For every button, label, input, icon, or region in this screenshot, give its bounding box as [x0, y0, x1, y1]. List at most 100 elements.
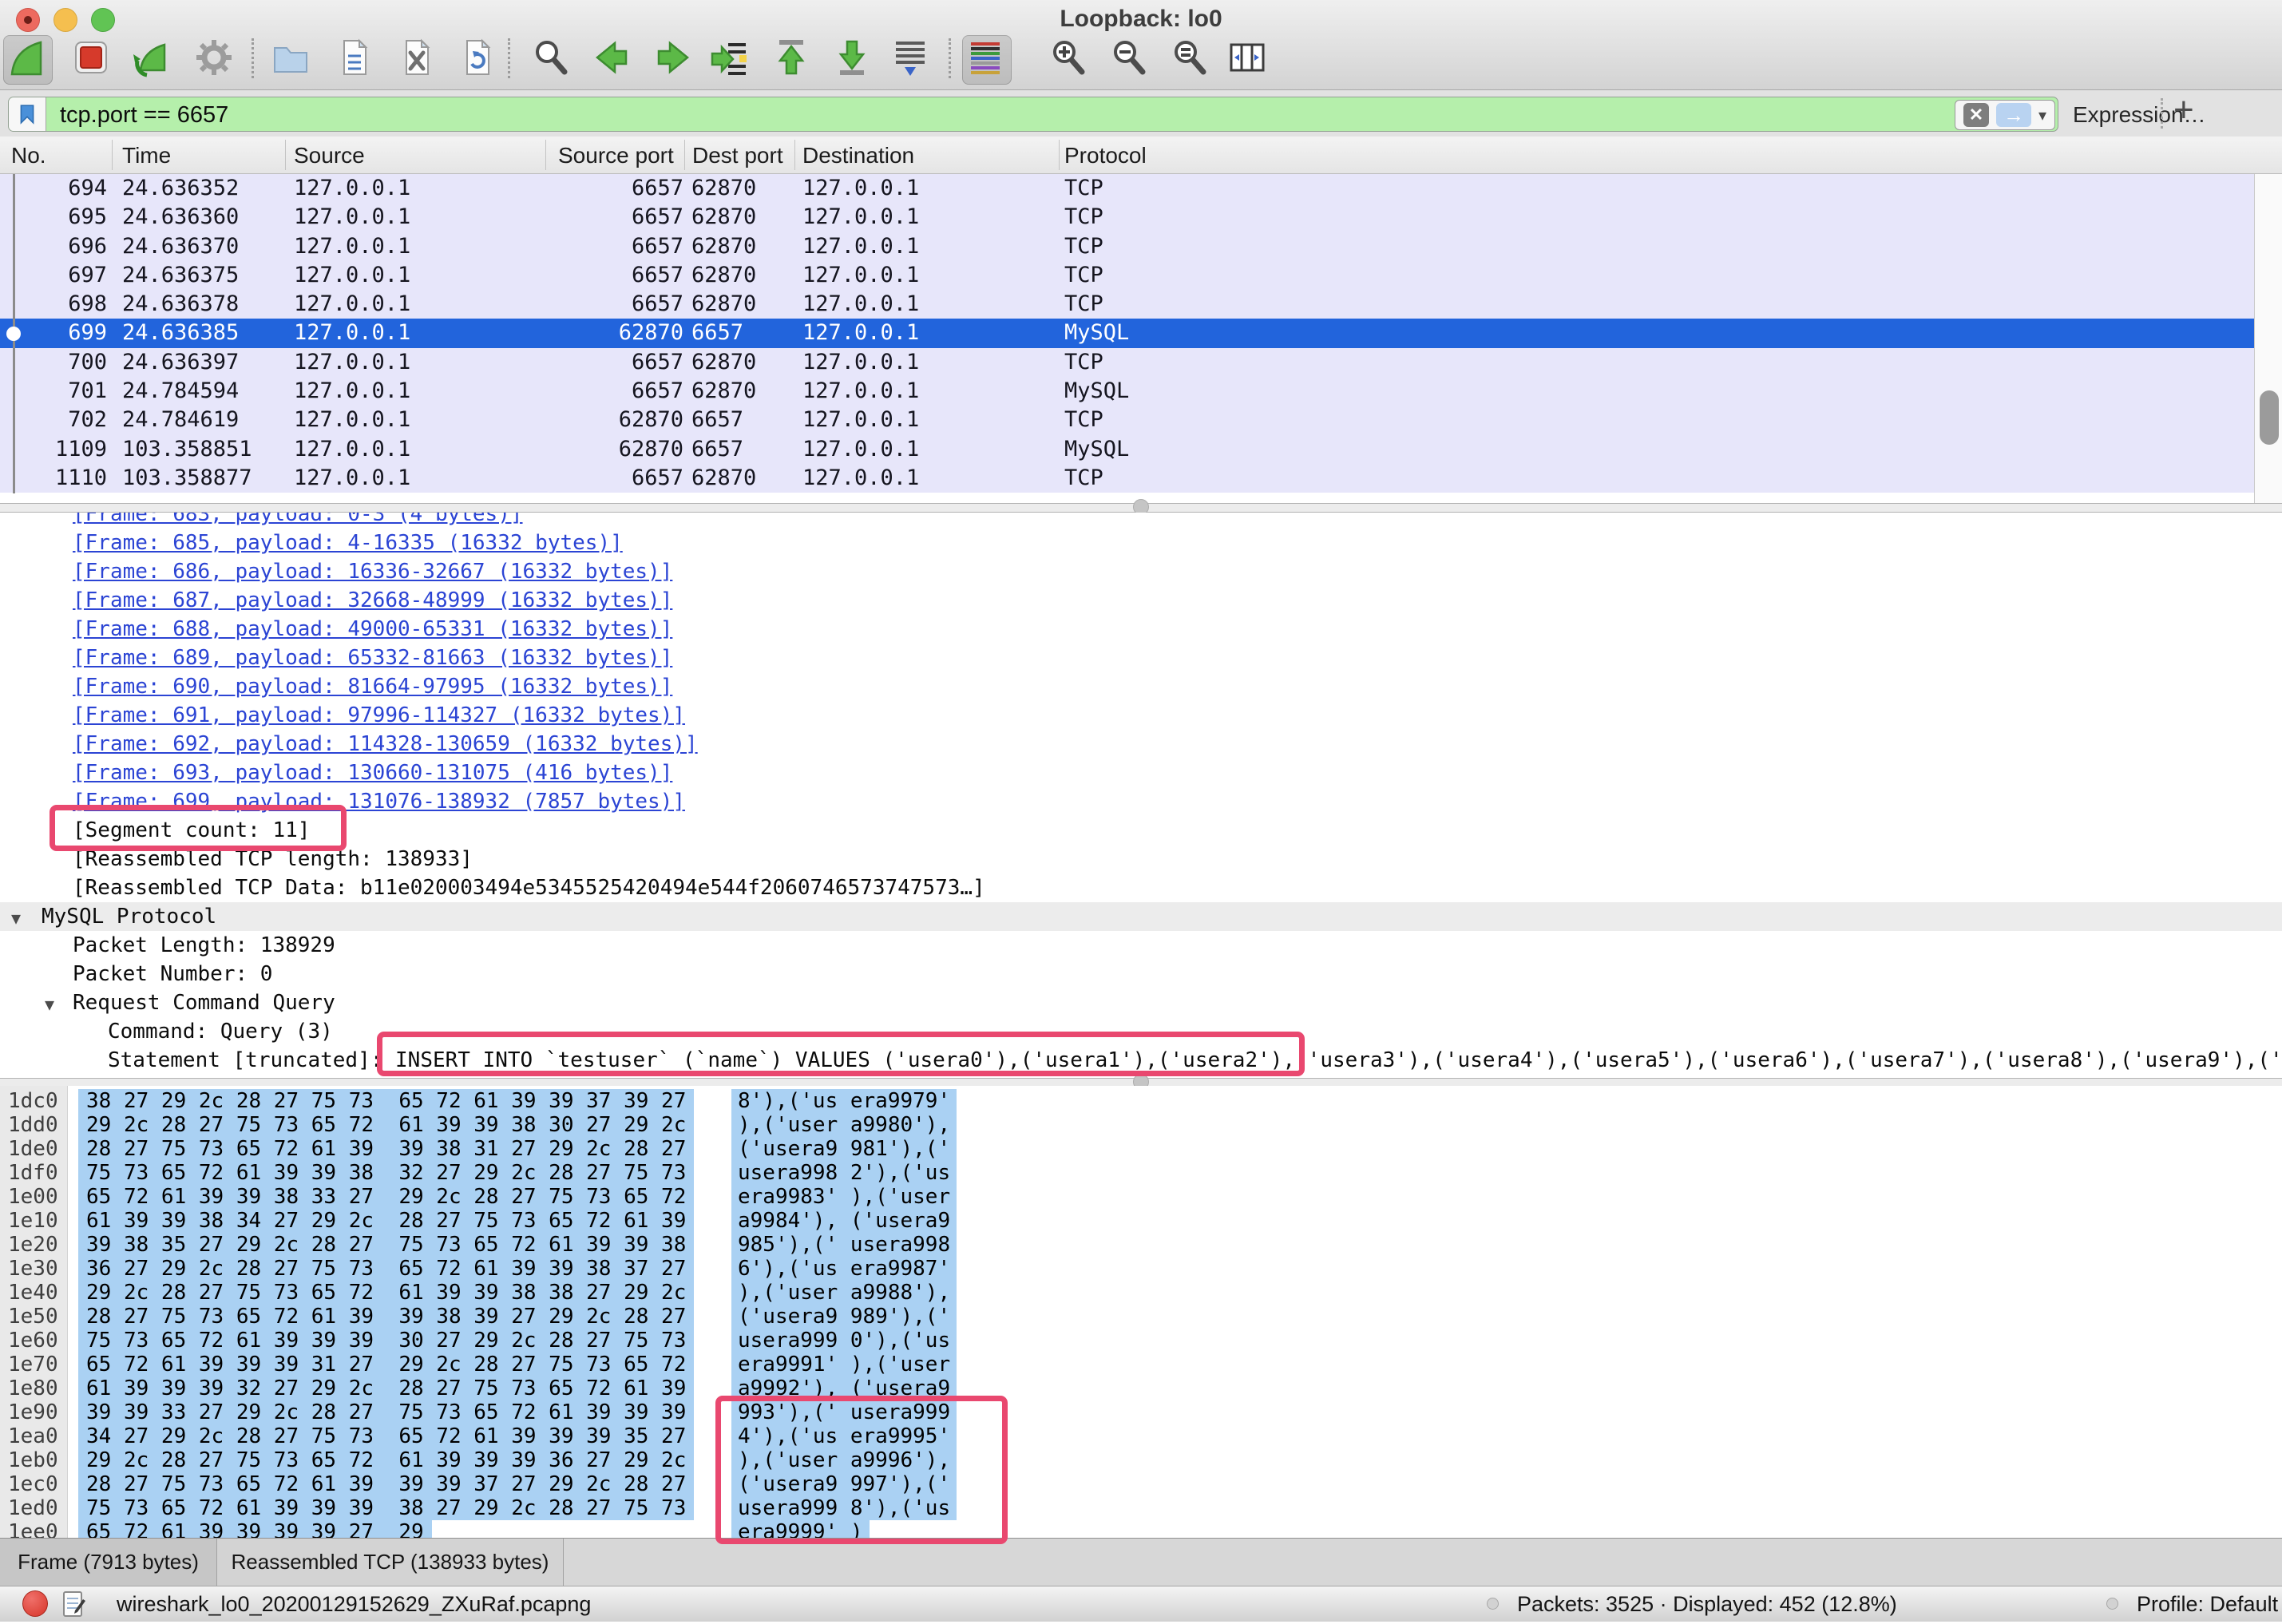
hex-ascii[interactable]: ),('user a9980'),: [731, 1113, 957, 1137]
filter-dropdown-button[interactable]: ▾: [2038, 105, 2046, 125]
hex-bytes[interactable]: 29 2c 28 27 75 73 65 72 61 39 39 39 36 2…: [78, 1448, 694, 1472]
hex-ascii[interactable]: ('usera9 989'),(': [731, 1305, 957, 1329]
hex-bytes[interactable]: 34 27 29 2c 28 27 75 73 65 72 61 39 39 3…: [78, 1424, 694, 1448]
resize-columns-button[interactable]: [1225, 35, 1273, 83]
column-separator[interactable]: [794, 140, 795, 170]
packet-row[interactable]: 69524.636360127.0.0.1665762870127.0.0.1T…: [0, 203, 2255, 232]
go-to-packet-button[interactable]: [707, 35, 755, 83]
go-to-top-button[interactable]: [769, 35, 817, 83]
column-header-destination[interactable]: Destination: [802, 143, 914, 168]
hex-bytes[interactable]: 36 27 29 2c 28 27 75 73 65 72 61 39 39 3…: [78, 1257, 694, 1281]
capture-comment-icon[interactable]: [62, 1590, 86, 1624]
filter-apply-button[interactable]: →: [1996, 103, 2031, 127]
column-separator[interactable]: [285, 140, 286, 170]
detail-line[interactable]: Statement [truncated]: INSERT INTO `test…: [0, 1046, 2282, 1075]
packet-row[interactable]: 70224.784619127.0.0.1628706657127.0.0.1T…: [0, 406, 2255, 434]
stop-capture-button[interactable]: [69, 35, 117, 83]
expander-icon[interactable]: ▼: [11, 904, 21, 933]
hex-bytes[interactable]: 28 27 75 73 65 72 61 39 39 39 37 27 29 2…: [78, 1472, 694, 1496]
detail-frame-link[interactable]: [Frame: 687, payload: 32668-48999 (16332…: [0, 586, 2282, 615]
hex-bytes[interactable]: 28 27 75 73 65 72 61 39 39 38 39 27 29 2…: [78, 1305, 694, 1329]
expert-info-icon[interactable]: [22, 1590, 48, 1617]
go-to-bottom-button[interactable]: [830, 35, 878, 83]
hex-bytes[interactable]: 75 73 65 72 61 39 39 38 32 27 29 2c 28 2…: [78, 1161, 694, 1185]
hex-bytes[interactable]: 29 2c 28 27 75 73 65 72 61 39 39 38 30 2…: [78, 1113, 694, 1137]
zoom-reset-button[interactable]: [1167, 35, 1215, 83]
column-header-dest-port[interactable]: Dest port: [692, 143, 783, 168]
hex-bytes[interactable]: 65 72 61 39 39 39 39 27 29: [78, 1520, 432, 1538]
hex-ascii[interactable]: ),('user a9996'),: [731, 1448, 957, 1472]
hex-ascii[interactable]: 8'),('us era9979': [731, 1089, 957, 1113]
detail-frame-link[interactable]: [Frame: 686, payload: 16336-32667 (16332…: [0, 557, 2282, 586]
expander-icon[interactable]: ▼: [45, 990, 54, 1019]
packet-list-scrollbar[interactable]: [2254, 174, 2282, 503]
hex-bytes[interactable]: 61 39 39 39 32 27 29 2c 28 27 75 73 65 7…: [78, 1376, 694, 1400]
hex-bytes[interactable]: 39 38 35 27 29 2c 28 27 75 73 65 72 61 3…: [78, 1233, 694, 1257]
hex-bytes[interactable]: 65 72 61 39 39 38 33 27 29 2c 28 27 75 7…: [78, 1185, 694, 1209]
detail-line[interactable]: [Reassembled TCP Data: b11e020003494e534…: [0, 873, 2282, 902]
hex-bytes[interactable]: 75 73 65 72 61 39 39 39 38 27 29 2c 28 2…: [78, 1496, 694, 1520]
packet-row[interactable]: 69424.636352127.0.0.1665762870127.0.0.1T…: [0, 174, 2255, 203]
packet-row[interactable]: 70024.636397127.0.0.1665762870127.0.0.1T…: [0, 348, 2255, 377]
add-filter-button[interactable]: +: [2173, 90, 2194, 130]
go-forward-button[interactable]: [651, 35, 699, 83]
detail-frame-link[interactable]: [Frame: 685, payload: 4-16335 (16332 byt…: [0, 529, 2282, 557]
zoom-in-button[interactable]: [1046, 35, 1094, 83]
hex-ascii[interactable]: usera998 2'),('us: [731, 1161, 957, 1185]
packet-row[interactable]: 69624.636370127.0.0.1665762870127.0.0.1T…: [0, 232, 2255, 261]
detail-line[interactable]: [Reassembled TCP length: 138933]: [0, 845, 2282, 873]
filter-clear-button[interactable]: ✕: [1963, 103, 1989, 127]
capture-options-button[interactable]: [192, 35, 240, 83]
packet-row[interactable]: 69724.636375127.0.0.1665762870127.0.0.1T…: [0, 261, 2255, 290]
detail-line[interactable]: [Segment count: 11]: [0, 816, 2282, 845]
detail-line[interactable]: Packet Length: 138929: [0, 931, 2282, 960]
byte-view-tab[interactable]: Reassembled TCP (138933 bytes): [217, 1539, 564, 1586]
hex-ascii[interactable]: usera999 8'),('us: [731, 1496, 957, 1520]
detail-line[interactable]: ▼MySQL Protocol: [0, 902, 2282, 931]
hex-ascii[interactable]: era9999' ): [731, 1520, 870, 1538]
hex-bytes[interactable]: 39 39 33 27 29 2c 28 27 75 73 65 72 61 3…: [78, 1400, 694, 1424]
detail-frame-link[interactable]: [Frame: 689, payload: 65332-81663 (16332…: [0, 644, 2282, 672]
hex-ascii[interactable]: era9983' ),('user: [731, 1185, 957, 1209]
hex-bytes[interactable]: 61 39 39 38 34 27 29 2c 28 27 75 73 65 7…: [78, 1209, 694, 1233]
auto-scroll-button[interactable]: [888, 35, 936, 83]
hex-bytes[interactable]: 65 72 61 39 39 39 31 27 29 2c 28 27 75 7…: [78, 1353, 694, 1376]
column-separator[interactable]: [684, 140, 685, 170]
detail-line[interactable]: Packet Number: 0: [0, 960, 2282, 988]
packet-row[interactable]: 69824.636378127.0.0.1665762870127.0.0.1T…: [0, 290, 2255, 319]
hex-bytes[interactable]: 28 27 75 73 65 72 61 39 39 38 31 27 29 2…: [78, 1137, 694, 1161]
hex-ascii[interactable]: 993'),(' usera999: [731, 1400, 957, 1424]
filter-bookmark-button[interactable]: [9, 97, 46, 131]
close-file-button[interactable]: [394, 35, 442, 83]
detail-frame-link[interactable]: [Frame: 683, payload: 0-3 (4 bytes)]: [0, 513, 2282, 529]
display-filter-input[interactable]: tcp.port == 6657 ✕ → ▾: [8, 97, 2058, 132]
column-separator[interactable]: [545, 140, 546, 170]
detail-frame-link[interactable]: [Frame: 690, payload: 81664-97995 (16332…: [0, 672, 2282, 701]
save-file-button[interactable]: [332, 35, 380, 83]
detail-line[interactable]: ▼Request Command Query: [0, 988, 2282, 1017]
detail-frame-link[interactable]: [Frame: 692, payload: 114328-130659 (163…: [0, 730, 2282, 759]
scrollbar-thumb[interactable]: [2260, 390, 2279, 445]
restart-capture-button[interactable]: [129, 35, 177, 83]
detail-frame-link[interactable]: [Frame: 691, payload: 97996-114327 (1633…: [0, 701, 2282, 730]
find-packet-button[interactable]: [529, 35, 576, 83]
column-header-time[interactable]: Time: [122, 143, 171, 168]
pane-splitter[interactable]: [0, 503, 2282, 513]
detail-frame-link[interactable]: [Frame: 699, payload: 131076-138932 (785…: [0, 787, 2282, 816]
hex-bytes[interactable]: 29 2c 28 27 75 73 65 72 61 39 39 38 38 2…: [78, 1281, 694, 1305]
hex-ascii[interactable]: 6'),('us era9987': [731, 1257, 957, 1281]
packet-row[interactable]: 70124.784594127.0.0.1665762870127.0.0.1M…: [0, 377, 2255, 406]
reload-file-button[interactable]: [455, 35, 503, 83]
hex-ascii[interactable]: ('usera9 997'),(': [731, 1472, 957, 1496]
filter-text[interactable]: tcp.port == 6657: [60, 102, 228, 129]
start-capture-button[interactable]: [3, 35, 53, 85]
hex-ascii[interactable]: era9991' ),('user: [731, 1353, 957, 1376]
column-header-no[interactable]: No.: [11, 143, 46, 168]
go-back-button[interactable]: [589, 35, 637, 83]
column-header-protocol[interactable]: Protocol: [1064, 143, 1147, 168]
hex-ascii[interactable]: usera999 0'),('us: [731, 1329, 957, 1353]
hex-ascii[interactable]: a9984'), ('usera9: [731, 1209, 957, 1233]
column-header-source-port[interactable]: Source port: [558, 143, 674, 168]
column-separator[interactable]: [112, 140, 113, 170]
byte-view-tab[interactable]: Frame (7913 bytes): [0, 1539, 217, 1586]
